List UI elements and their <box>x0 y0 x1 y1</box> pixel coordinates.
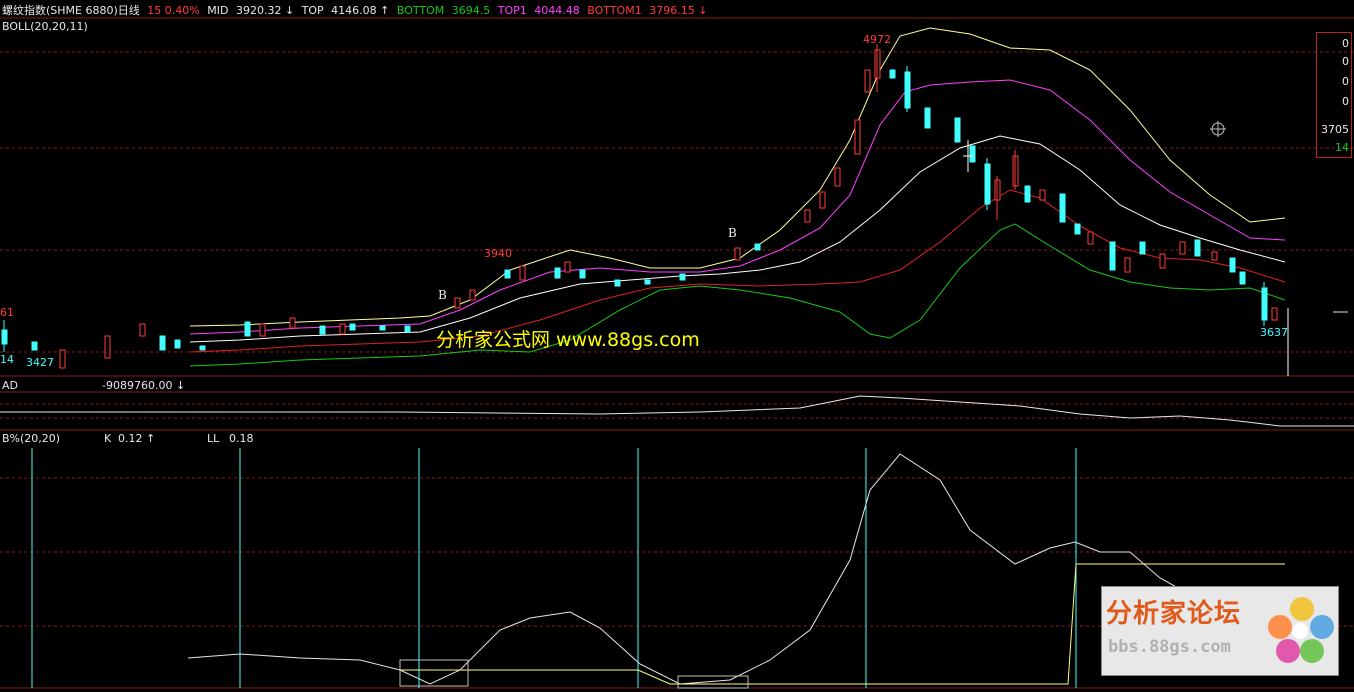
price-label-peak1: 3940 <box>484 247 512 260</box>
ad-line <box>0 395 1354 427</box>
price-label-low-right: 3637 <box>1260 326 1288 339</box>
b-percent-label: B%(20,20) <box>2 432 61 445</box>
price-label-left-low-a: 14 <box>0 353 14 366</box>
signal-b-first: B <box>438 288 447 302</box>
forum-logo-url: bbs.88gs.com <box>1108 637 1231 657</box>
right-box-value-2: 0 <box>1342 55 1349 68</box>
k-label: K <box>104 432 112 445</box>
price-label-left-top: 61 <box>0 306 14 319</box>
boll-top1-line <box>189 79 1286 335</box>
right-box-value-4: 0 <box>1342 95 1349 108</box>
price-label-peak2: 4972 <box>863 33 891 46</box>
boll-bottom-line <box>189 223 1286 367</box>
ad-label: AD <box>2 379 18 392</box>
crosshair-icon <box>1210 121 1226 137</box>
forum-logo-title: 分析家论坛 <box>1106 599 1242 629</box>
right-box-value-5: 3705 <box>1321 123 1349 136</box>
watermark-text: 分析家公式网 www.88gs.com <box>436 329 700 351</box>
flower-icon <box>1268 597 1334 663</box>
signal-b-second: B <box>728 226 737 240</box>
right-box-value-3: 0 <box>1342 75 1349 88</box>
ad-value: -9089760.00 ↓ <box>102 379 186 392</box>
k-value: 0.12 ↑ <box>118 432 156 445</box>
right-box-value-6: 14 <box>1335 141 1349 154</box>
ll-label: LL <box>207 432 220 445</box>
forum-logo: 分析家论坛 bbs.88gs.com <box>1101 586 1339 676</box>
boll-mid-line <box>189 135 1286 343</box>
boll-top-line <box>189 27 1286 327</box>
right-value-box: 0 0 0 0 3705 14 <box>1316 32 1352 158</box>
price-label-left-low-b: 3427 <box>26 356 54 369</box>
ll-value: 0.18 <box>229 432 254 445</box>
right-box-value-1: 0 <box>1342 37 1349 50</box>
